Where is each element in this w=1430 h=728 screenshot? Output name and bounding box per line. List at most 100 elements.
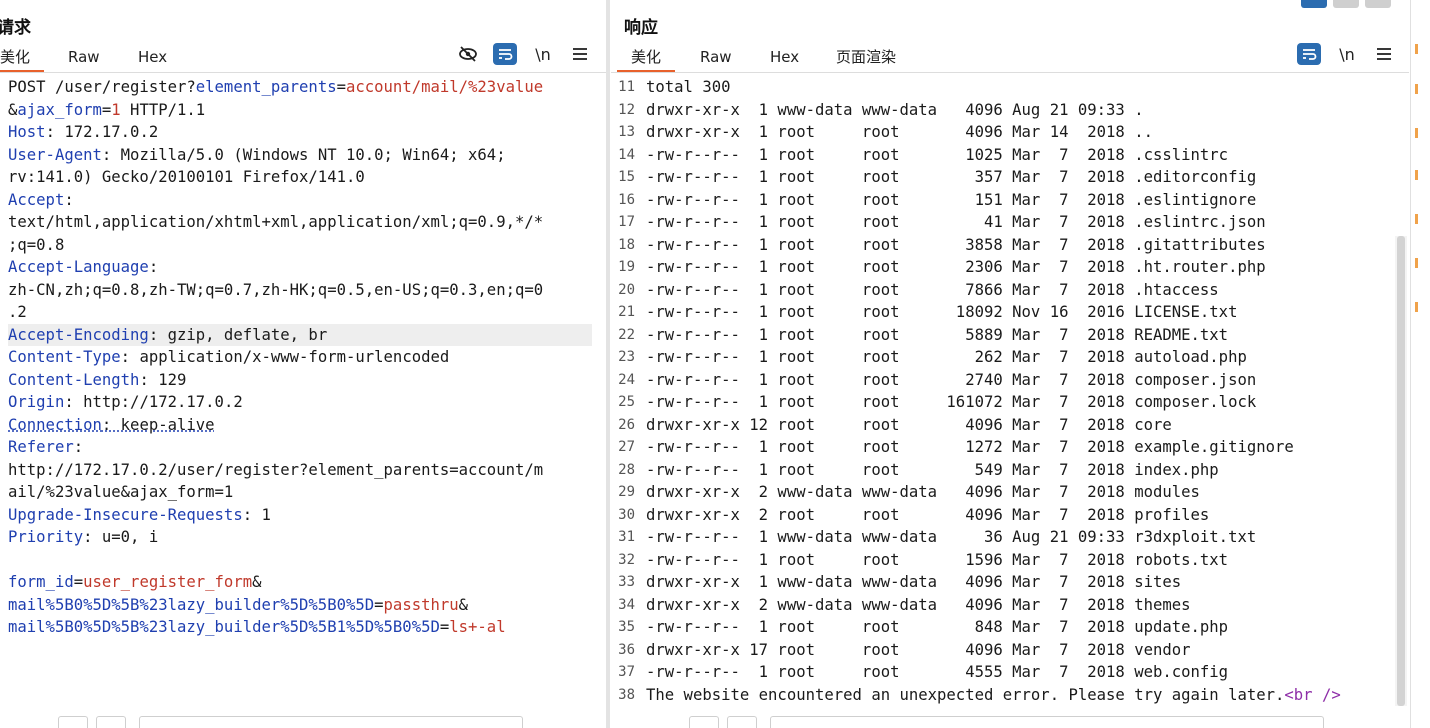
response-bottom-button[interactable] bbox=[689, 716, 719, 728]
response-line[interactable]: drwxr-xr-x 1 root root 4096 Mar 14 2018 … bbox=[646, 121, 1391, 144]
side-marker[interactable] bbox=[1415, 84, 1418, 94]
request-line[interactable]: Host: 172.17.0.2 bbox=[8, 121, 592, 144]
response-line[interactable]: -rw-r--r-- 1 root root 3858 Mar 7 2018 .… bbox=[646, 234, 1391, 257]
response-line[interactable]: drwxr-xr-x 17 root root 4096 Mar 7 2018 … bbox=[646, 639, 1391, 662]
side-marker[interactable] bbox=[1415, 128, 1418, 138]
request-line[interactable]: User-Agent: Mozilla/5.0 (Windows NT 10.0… bbox=[8, 144, 592, 167]
side-marker[interactable] bbox=[1415, 258, 1418, 268]
menu-icon[interactable] bbox=[568, 43, 592, 65]
response-line[interactable]: drwxr-xr-x 1 www-data www-data 4096 Aug … bbox=[646, 99, 1391, 122]
response-line[interactable]: -rw-r--r-- 1 root root 18092 Nov 16 2016… bbox=[646, 301, 1391, 324]
response-line[interactable]: -rw-r--r-- 1 root root 848 Mar 7 2018 up… bbox=[646, 616, 1391, 639]
request-line[interactable]: form_id=user_register_form& bbox=[8, 571, 592, 594]
request-line[interactable]: Priority: u=0, i bbox=[8, 526, 592, 549]
request-text: : 129 bbox=[139, 370, 187, 389]
request-line[interactable]: Content-Length: 129 bbox=[8, 369, 592, 392]
response-tab-render[interactable]: 页面渲染 bbox=[836, 44, 896, 70]
side-marker[interactable] bbox=[1415, 302, 1418, 312]
response-body[interactable]: total 300 drwxr-xr-x 1 www-data www-data … bbox=[646, 76, 1391, 706]
response-line[interactable]: drwxr-xr-x 12 root root 4096 Mar 7 2018 … bbox=[646, 414, 1391, 437]
request-search-input[interactable] bbox=[139, 716, 523, 728]
wrap-icon[interactable] bbox=[1297, 43, 1321, 65]
request-text: ;q=0.8 bbox=[8, 235, 65, 254]
response-line[interactable]: total 300 bbox=[646, 76, 1391, 99]
param-value: passthru bbox=[383, 595, 459, 614]
request-line[interactable] bbox=[8, 549, 592, 572]
request-line[interactable]: POST /user/register?element_parents=acco… bbox=[8, 76, 592, 99]
response-tab-raw[interactable]: Raw bbox=[700, 44, 732, 70]
side-marker[interactable] bbox=[1415, 170, 1418, 180]
header-name: Accept bbox=[8, 190, 65, 209]
request-bottom-button[interactable] bbox=[96, 716, 126, 728]
request-tab-pretty[interactable]: 美化 bbox=[0, 44, 45, 73]
newline-toggle[interactable]: \n bbox=[531, 43, 555, 65]
request-body[interactable]: POST /user/register?element_parents=acco… bbox=[8, 76, 592, 639]
response-line[interactable]: -rw-r--r-- 1 root root 549 Mar 7 2018 in… bbox=[646, 459, 1391, 482]
request-line[interactable]: Content-Type: application/x-www-form-url… bbox=[8, 346, 592, 369]
response-tab-hex[interactable]: Hex bbox=[770, 44, 799, 70]
response-line[interactable]: -rw-r--r-- 1 root root 151 Mar 7 2018 .e… bbox=[646, 189, 1391, 212]
request-line[interactable]: mail%5B0%5D%5B%23lazy_builder%5D%5B1%5D%… bbox=[8, 616, 592, 639]
response-tab-pretty[interactable]: 美化 bbox=[616, 44, 676, 73]
request-line[interactable]: zh-CN,zh;q=0.8,zh-TW;q=0.7,zh-HK;q=0.5,e… bbox=[8, 279, 592, 302]
response-line[interactable]: -rw-r--r-- 1 root root 1596 Mar 7 2018 r… bbox=[646, 549, 1391, 572]
response-line[interactable]: drwxr-xr-x 1 www-data www-data 4096 Mar … bbox=[646, 571, 1391, 594]
request-line[interactable]: &ajax_form=1 HTTP/1.1 bbox=[8, 99, 592, 122]
response-line[interactable]: -rw-r--r-- 1 root root 41 Mar 7 2018 .es… bbox=[646, 211, 1391, 234]
request-line[interactable]: Connection: keep-alive bbox=[8, 414, 592, 437]
response-line[interactable]: -rw-r--r-- 1 root root 262 Mar 7 2018 au… bbox=[646, 346, 1391, 369]
request-bottom-button[interactable] bbox=[58, 716, 88, 728]
response-line[interactable]: -rw-r--r-- 1 root root 4555 Mar 7 2018 w… bbox=[646, 661, 1391, 684]
response-error-text: The website encountered an unexpected er… bbox=[646, 685, 1285, 704]
response-line[interactable]: drwxr-xr-x 2 www-data www-data 4096 Mar … bbox=[646, 594, 1391, 617]
request-line[interactable]: ail/%23value&ajax_form=1 bbox=[8, 481, 592, 504]
header-name: Host bbox=[8, 123, 46, 141]
request-line[interactable]: Referer: bbox=[8, 436, 592, 459]
eye-off-icon[interactable] bbox=[456, 43, 480, 65]
request-text: & bbox=[8, 100, 18, 119]
request-line[interactable]: .2 bbox=[8, 301, 592, 324]
request-line[interactable]: text/html,application/xhtml+xml,applicat… bbox=[8, 211, 592, 234]
request-line[interactable]: rv:141.0) Gecko/20100101 Firefox/141.0 bbox=[8, 166, 592, 189]
request-text: = bbox=[336, 78, 346, 96]
request-line[interactable]: ;q=0.8 bbox=[8, 234, 592, 257]
request-line[interactable]: Upgrade-Insecure-Requests: 1 bbox=[8, 504, 592, 527]
response-line[interactable]: -rw-r--r-- 1 root root 2740 Mar 7 2018 c… bbox=[646, 369, 1391, 392]
request-line[interactable]: http://172.17.0.2/user/register?element_… bbox=[8, 459, 592, 482]
response-line[interactable]: -rw-r--r-- 1 root root 357 Mar 7 2018 .e… bbox=[646, 166, 1391, 189]
response-scrollbar-thumb[interactable] bbox=[1397, 236, 1405, 706]
request-tab-hex[interactable]: Hex bbox=[138, 44, 167, 70]
wrap-icon[interactable] bbox=[493, 43, 517, 65]
menu-icon[interactable] bbox=[1372, 43, 1396, 65]
side-marker[interactable] bbox=[1415, 214, 1418, 224]
layout-toggle-button[interactable] bbox=[1301, 0, 1327, 8]
response-search-input[interactable] bbox=[770, 716, 1324, 728]
response-line[interactable]: drwxr-xr-x 2 root root 4096 Mar 7 2018 p… bbox=[646, 504, 1391, 527]
layout-toggle-button[interactable] bbox=[1333, 0, 1359, 8]
request-tab-raw[interactable]: Raw bbox=[68, 44, 100, 70]
response-line[interactable]: -rw-r--r-- 1 root root 5889 Mar 7 2018 R… bbox=[646, 324, 1391, 347]
response-line[interactable]: -rw-r--r-- 1 root root 7866 Mar 7 2018 .… bbox=[646, 279, 1391, 302]
inspector-side-strip bbox=[1410, 0, 1430, 728]
header-name: Referer bbox=[8, 438, 74, 456]
response-scrollbar[interactable] bbox=[1395, 236, 1407, 706]
response-error-line[interactable]: The website encountered an unexpected er… bbox=[646, 684, 1391, 707]
request-line[interactable]: Accept-Language: bbox=[8, 256, 592, 279]
request-line[interactable]: mail%5B0%5D%5B%23lazy_builder%5D%5B0%5D=… bbox=[8, 594, 592, 617]
response-line[interactable]: -rw-r--r-- 1 root root 161072 Mar 7 2018… bbox=[646, 391, 1391, 414]
request-line[interactable]: Accept: bbox=[8, 189, 592, 212]
layout-toggle-button[interactable] bbox=[1365, 0, 1391, 8]
request-text: = bbox=[101, 100, 112, 119]
request-line[interactable]: Accept-Encoding: gzip, deflate, br bbox=[8, 323, 592, 346]
response-line[interactable]: -rw-r--r-- 1 root root 1025 Mar 7 2018 .… bbox=[646, 144, 1391, 167]
request-line[interactable]: Origin: http://172.17.0.2 bbox=[8, 391, 592, 414]
response-bottom-button[interactable] bbox=[727, 716, 757, 728]
pane-divider[interactable] bbox=[606, 0, 610, 728]
side-marker[interactable] bbox=[1415, 44, 1418, 54]
param-value: ls+-al bbox=[449, 618, 506, 636]
response-line[interactable]: drwxr-xr-x 2 www-data www-data 4096 Mar … bbox=[646, 481, 1391, 504]
newline-toggle[interactable]: \n bbox=[1335, 43, 1359, 65]
response-line[interactable]: -rw-r--r-- 1 root root 2306 Mar 7 2018 .… bbox=[646, 256, 1391, 279]
response-line[interactable]: -rw-r--r-- 1 root root 1272 Mar 7 2018 e… bbox=[646, 436, 1391, 459]
response-line[interactable]: -rw-r--r-- 1 www-data www-data 36 Aug 21… bbox=[646, 526, 1391, 549]
